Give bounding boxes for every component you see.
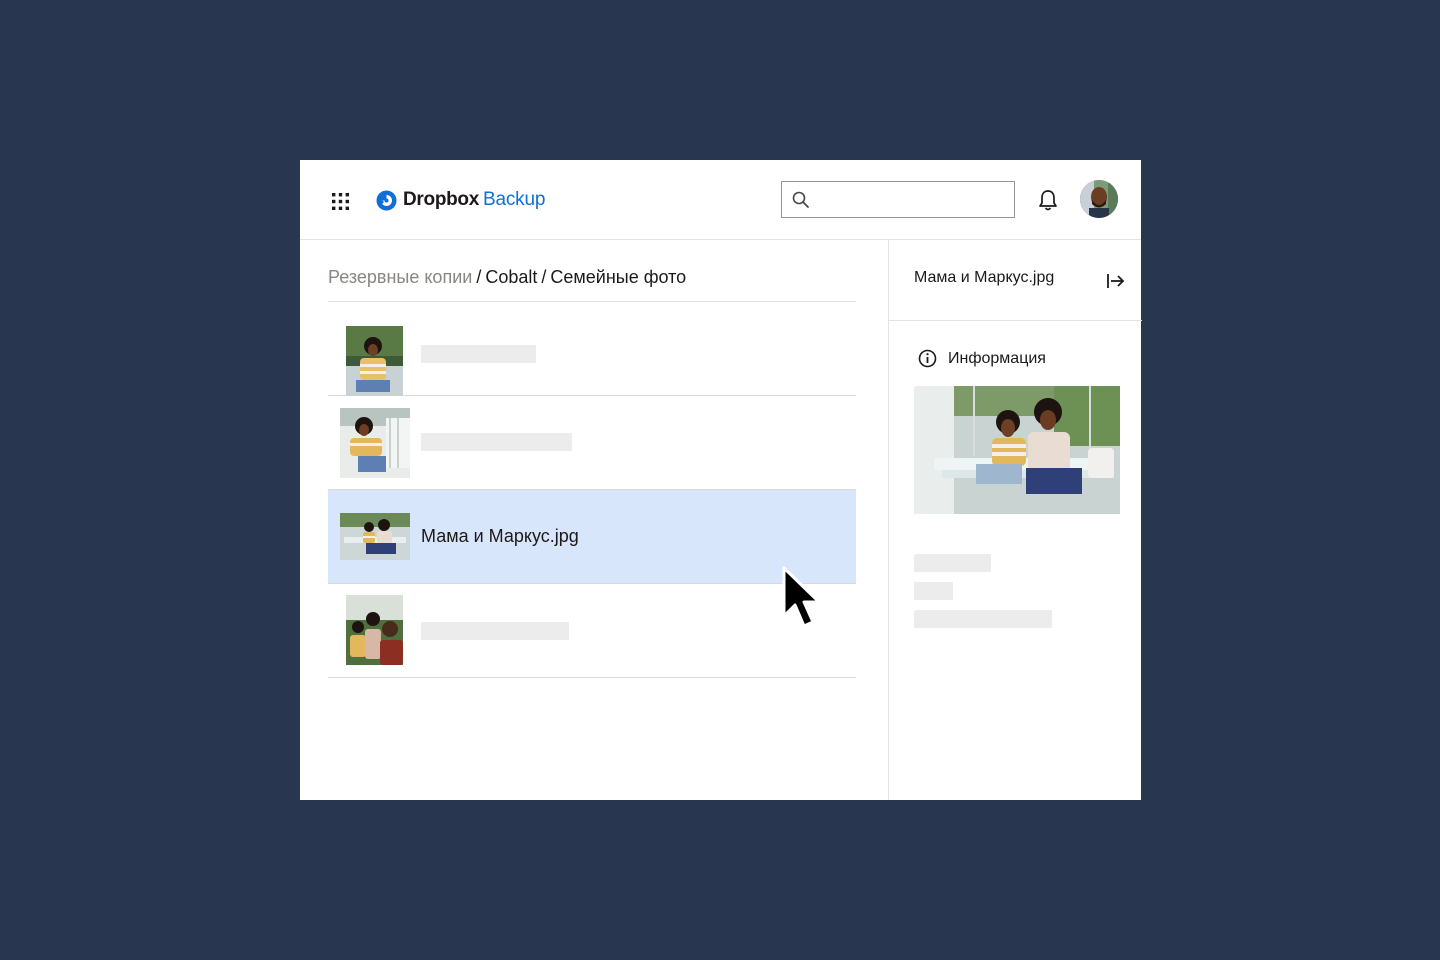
breadcrumb-separator: / — [476, 267, 482, 287]
filename-placeholder — [421, 622, 569, 640]
file-row[interactable] — [328, 584, 856, 678]
collapse-panel-icon[interactable] — [1105, 272, 1125, 290]
info-tab[interactable]: Информация — [918, 349, 1046, 368]
backup-logo-icon — [376, 190, 397, 210]
file-name: Мама и Маркус.jpg — [421, 526, 579, 546]
filename-placeholder — [421, 433, 572, 451]
bell-icon[interactable] — [1037, 188, 1059, 212]
photo-preview — [914, 386, 1120, 514]
user-avatar[interactable] — [1080, 180, 1118, 218]
brand-name: Dropbox — [403, 189, 480, 210]
app-window: Dropbox Backup Резервные копии / Cobalt … — [300, 160, 1142, 800]
file-row[interactable] — [328, 396, 856, 490]
mouse-cursor-icon — [782, 566, 821, 628]
info-tab-label: Информация — [948, 349, 1046, 367]
search-input[interactable] — [816, 182, 1010, 217]
details-panel-header: Мама и Маркус.jpg — [889, 240, 1142, 321]
details-panel-title: Мама и Маркус.jpg — [914, 269, 1055, 286]
file-row-selected[interactable]: Мама и Маркус.jpg — [328, 490, 856, 584]
dropbox-backup-logo[interactable]: Dropbox Backup — [376, 188, 545, 212]
file-list: Мама и Маркус.jpg — [328, 301, 856, 678]
photo-thumbnail — [340, 513, 410, 560]
breadcrumb-separator: / — [541, 267, 547, 287]
photo-thumbnail — [346, 326, 403, 396]
info-icon — [918, 349, 937, 368]
file-browser: Резервные копии/Cobalt/Семейные фото — [300, 240, 888, 800]
metadata-placeholder — [914, 582, 953, 600]
filename-placeholder — [421, 345, 536, 363]
top-bar: Dropbox Backup — [300, 160, 1141, 240]
product-name: Backup — [483, 189, 546, 210]
breadcrumb-item-family-photos[interactable]: Семейные фото — [550, 267, 686, 287]
details-panel: Мама и Маркус.jpg Информация — [888, 240, 1142, 800]
file-row[interactable] — [328, 302, 856, 396]
photo-thumbnail — [340, 408, 410, 478]
search-icon — [792, 191, 809, 208]
metadata-placeholder — [914, 554, 991, 572]
photo-thumbnail — [346, 595, 403, 665]
breadcrumb: Резервные копии / Cobalt / Семейные фото — [328, 267, 686, 288]
breadcrumb-item-cobalt[interactable]: Cobalt — [485, 267, 537, 287]
search-box[interactable] — [781, 181, 1015, 218]
avatar-image — [1080, 180, 1118, 218]
metadata-placeholder — [914, 610, 1052, 628]
grid-icon[interactable] — [332, 193, 349, 210]
breadcrumb-root[interactable]: Резервные копии — [328, 267, 472, 287]
